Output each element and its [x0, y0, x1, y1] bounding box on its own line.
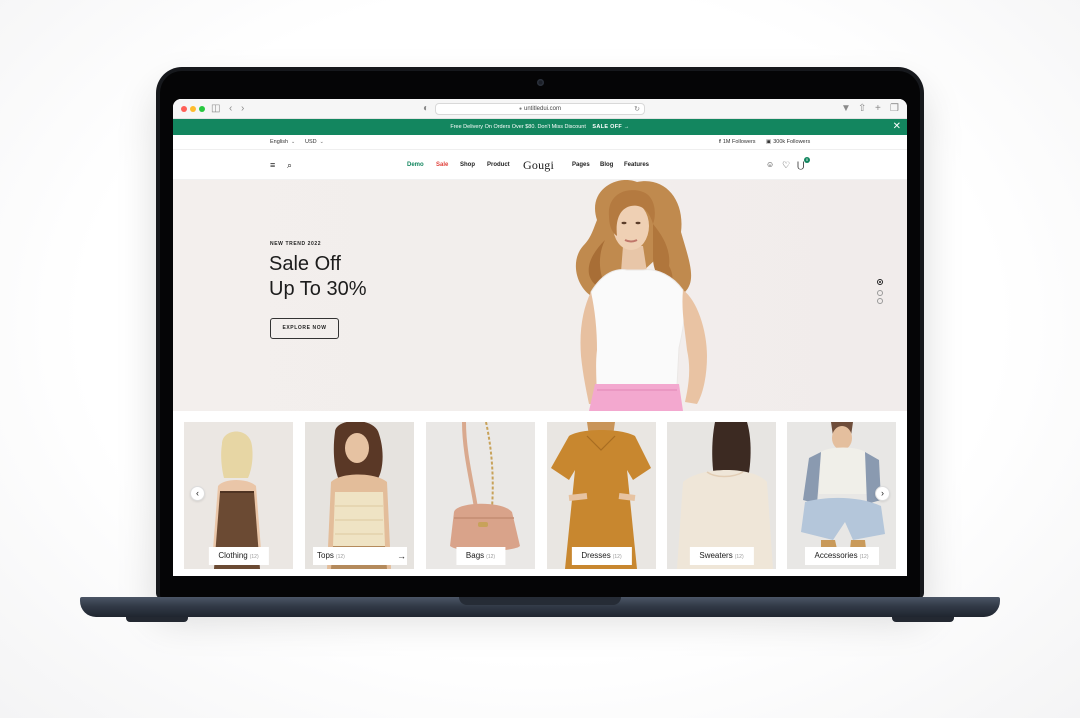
- hero-title-line-1: Sale Off: [269, 253, 341, 275]
- hero-banner: NEW TREND 2022 Sale Off Up To 30% EXPLOR…: [173, 180, 907, 411]
- category-count: (12): [249, 554, 259, 560]
- back-icon[interactable]: ‹: [229, 102, 232, 116]
- category-card-dresses[interactable]: Dresses (12): [547, 422, 656, 569]
- brand-logo[interactable]: Gougi: [523, 150, 554, 180]
- cart-icon[interactable]: ⋃: [797, 150, 804, 180]
- category-count: (12): [859, 554, 869, 560]
- product-mockup: ◫ ‹ › ◐ ● untitledui.com ↻ ▼ ⇧ + ❐ Free D…: [0, 0, 1080, 718]
- arrow-right-icon[interactable]: →: [397, 548, 406, 564]
- category-name: Clothing: [218, 551, 248, 560]
- sidebar-icon[interactable]: ◫: [211, 102, 220, 116]
- hero-kicker: NEW TREND 2022: [270, 241, 322, 247]
- zoom-window-button[interactable]: [199, 106, 205, 112]
- address-bar[interactable]: ● untitledui.com ↻: [435, 103, 645, 115]
- minimize-window-button[interactable]: [190, 106, 196, 112]
- laptop-base: [80, 597, 1000, 617]
- search-icon[interactable]: ⌕: [287, 150, 292, 180]
- category-count: (12): [335, 554, 345, 560]
- category-label-bags: Bags (12): [455, 547, 506, 565]
- url-text: untitledui.com: [524, 106, 562, 112]
- close-window-button[interactable]: [181, 106, 187, 112]
- utility-bar: English ⌄ USD ⌄ f 1M Followers ▣ 300k Follow…: [173, 135, 907, 150]
- download-icon[interactable]: ▼: [841, 102, 851, 116]
- category-label-accessories: Accessories (12): [804, 547, 879, 565]
- hero-model-image: [575, 180, 707, 411]
- promo-text: Free Delivery On Orders Over $80. Don't …: [450, 124, 586, 130]
- nav-link-shop[interactable]: Shop: [460, 150, 475, 180]
- category-name: Tops: [317, 551, 334, 560]
- browser-toolbar: ◫ ‹ › ◐ ● untitledui.com ↻ ▼ ⇧ + ❐: [173, 99, 907, 119]
- lock-icon: ●: [518, 106, 522, 112]
- explore-now-button[interactable]: EXPLORE NOW: [270, 318, 339, 339]
- instagram-followers-link[interactable]: ▣ 300k Followers: [766, 135, 810, 150]
- new-tab-icon[interactable]: +: [875, 102, 881, 116]
- nav-link-blog[interactable]: Blog: [600, 150, 613, 180]
- tabs-overview-icon[interactable]: ❐: [890, 102, 899, 116]
- category-label-clothing: Clothing (12): [208, 547, 269, 565]
- nav-link-sale[interactable]: Sale: [436, 150, 448, 180]
- main-navigation: ≡ ⌕ Demo Sale Shop Product Gougi Pages B…: [173, 150, 907, 180]
- heart-icon[interactable]: ♡: [782, 150, 790, 180]
- promo-banner: Free Delivery On Orders Over $80. Don't …: [173, 119, 907, 135]
- category-label-dresses: Dresses (12): [571, 547, 632, 565]
- laptop-notch: [459, 597, 621, 605]
- chevron-down-icon: ⌄: [291, 139, 296, 145]
- laptop-foot-left: [126, 617, 188, 622]
- instagram-icon: ▣: [766, 139, 772, 145]
- nav-link-demo[interactable]: Demo: [407, 150, 424, 180]
- category-carousel: Clothing (12) Tops (12) → Bags (12) Dres…: [173, 411, 907, 576]
- instagram-followers: 300k Followers: [773, 139, 811, 145]
- category-count: (12): [486, 554, 496, 560]
- close-icon[interactable]: ✕: [893, 119, 901, 135]
- shield-icon[interactable]: ◐: [423, 102, 429, 116]
- share-icon[interactable]: ⇧: [858, 102, 866, 116]
- user-icon[interactable]: ☺: [766, 150, 774, 180]
- camera-icon: [537, 79, 544, 86]
- facebook-followers: 1M Followers: [722, 139, 756, 145]
- currency-value: USD: [305, 139, 317, 145]
- nav-link-pages[interactable]: Pages: [572, 150, 590, 180]
- sale-off-link[interactable]: SALE OFF →: [592, 124, 629, 130]
- slide-dot-1[interactable]: [877, 279, 883, 285]
- chevron-down-icon: ⌄: [319, 139, 324, 145]
- reload-icon[interactable]: ↻: [634, 104, 640, 115]
- language-value: English: [270, 139, 289, 145]
- browser-window: ◫ ‹ › ◐ ● untitledui.com ↻ ▼ ⇧ + ❐ Free D…: [173, 99, 907, 576]
- category-card-sweaters[interactable]: Sweaters (12): [667, 422, 776, 569]
- facebook-followers-link[interactable]: f 1M Followers: [719, 135, 756, 150]
- category-name: Dresses: [581, 551, 611, 560]
- currency-select[interactable]: USD ⌄: [305, 135, 324, 150]
- laptop-foot-right: [892, 617, 954, 622]
- category-label-tops: Tops (12): [313, 547, 407, 565]
- category-label-sweaters: Sweaters (12): [689, 547, 754, 565]
- language-select[interactable]: English ⌄: [270, 135, 295, 150]
- hero-title: Sale Off Up To 30%: [269, 252, 366, 302]
- category-name: Accessories: [814, 551, 858, 560]
- slide-dot-3[interactable]: [877, 298, 883, 304]
- category-card-tops[interactable]: Tops (12) →: [305, 422, 414, 569]
- carousel-next-button[interactable]: ›: [875, 486, 890, 501]
- category-name: Sweaters: [699, 551, 733, 560]
- nav-link-features[interactable]: Features: [624, 150, 649, 180]
- forward-icon[interactable]: ›: [241, 102, 244, 116]
- category-name: Bags: [465, 551, 485, 560]
- nav-link-product[interactable]: Product: [487, 150, 510, 180]
- category-count: (12): [612, 554, 622, 560]
- cart-count-badge: 0: [804, 157, 810, 163]
- carousel-prev-button[interactable]: ‹: [190, 486, 205, 501]
- slide-dot-2[interactable]: [877, 290, 883, 296]
- hero-title-line-2: Up To 30%: [269, 278, 367, 300]
- menu-icon[interactable]: ≡: [270, 150, 275, 180]
- facebook-icon: f: [719, 139, 721, 145]
- category-count: (12): [734, 554, 744, 560]
- category-card-bags[interactable]: Bags (12): [426, 422, 535, 569]
